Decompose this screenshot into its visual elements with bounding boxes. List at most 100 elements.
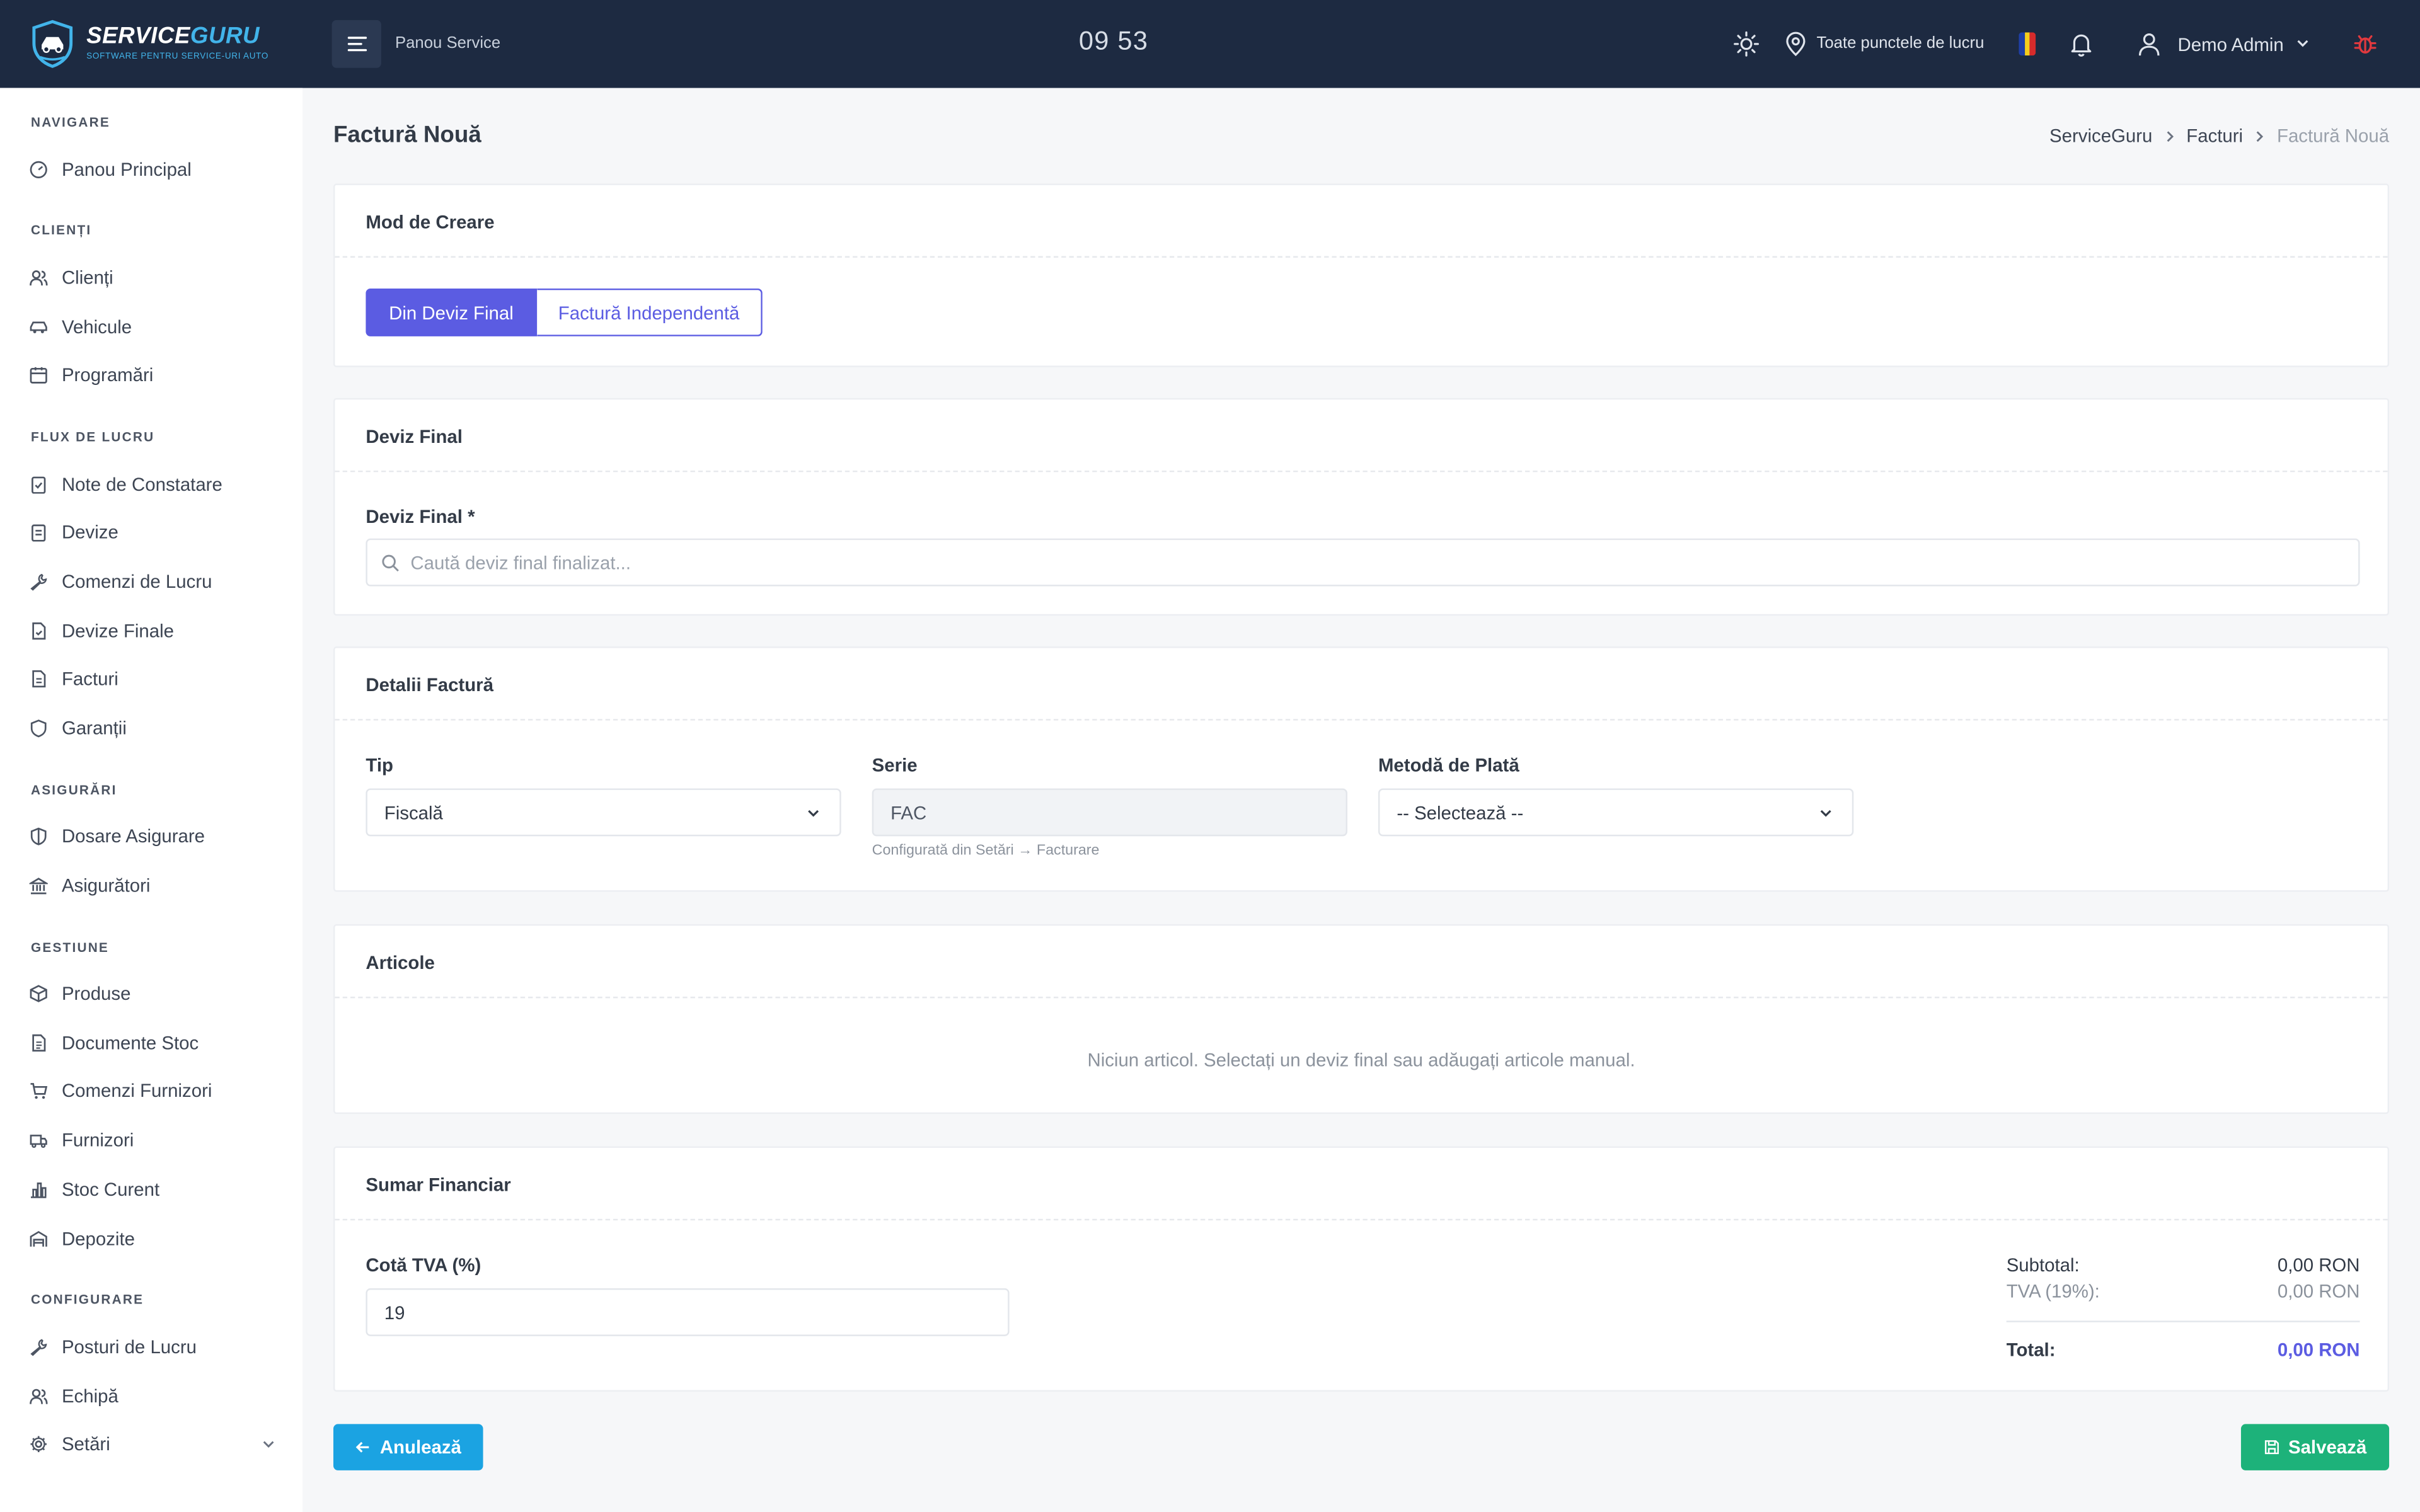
truck-icon (30, 1135, 47, 1148)
search-icon (382, 554, 399, 572)
from-final-estimate-button[interactable]: Din Deviz Final (366, 288, 537, 336)
vat-rate-input[interactable]: 19 (366, 1288, 1010, 1336)
chevron-down-icon (808, 810, 819, 817)
sidebar-item-label: Produse (61, 983, 131, 1005)
items-card: Articole Niciun articol. Selectați un de… (333, 924, 2390, 1114)
subtotal-value: 0,00 RON (2277, 1254, 2360, 1276)
sidebar-item-vehicles[interactable]: Vehicule (30, 316, 277, 338)
chevron-down-icon[interactable] (261, 1436, 276, 1452)
vat-row: TVA (19%): 0,00 RON (2007, 1281, 2360, 1302)
sidebar-item-label: Stoc Curent (61, 1179, 160, 1201)
bug-icon[interactable] (2352, 31, 2378, 57)
logo-shield-icon (32, 20, 73, 68)
sidebar-item-dashboard[interactable]: Panou Principal (30, 159, 277, 181)
sidebar-section-title: CONFIGURARE (30, 1291, 144, 1307)
cancel-button[interactable]: Anulează (333, 1424, 483, 1470)
sidebar-item-label: Clienți (61, 266, 113, 289)
sidebar-item-supplier-orders[interactable]: Comenzi Furnizori (30, 1080, 277, 1102)
breadcrumb-item-invoices[interactable]: Facturi (2186, 125, 2243, 146)
save-button-label: Salvează (2288, 1436, 2367, 1458)
arrow-left-icon (356, 1441, 369, 1453)
final-estimate-search-input[interactable]: Caută deviz final finalizat... (366, 538, 2360, 587)
sidebar-item-label: Facturi (61, 668, 118, 690)
sidebar-item-label: Depozite (61, 1228, 135, 1250)
creation-mode-card: Mod de Creare Din Deviz Final Factură In… (333, 183, 2390, 367)
type-select-value: Fiscală (384, 801, 443, 823)
chevron-right-icon (2257, 130, 2264, 141)
sidebar-item-insurance-files[interactable]: Dosare Asigurare (30, 825, 277, 847)
payment-method-select[interactable]: -- Selectează -- (1378, 788, 1854, 837)
sidebar-item-label: Panou Principal (61, 159, 192, 181)
save-button[interactable]: Salvează (2240, 1424, 2390, 1470)
chevron-down-icon[interactable] (2295, 35, 2310, 50)
bell-icon[interactable] (2068, 31, 2095, 57)
sidebar-item-label: Dosare Asigurare (61, 825, 205, 847)
user-icon[interactable] (2136, 31, 2162, 57)
panel-label: Panou Service (395, 33, 501, 53)
sidebar-item-label: Garanții (61, 717, 127, 740)
card-title: Mod de Creare (335, 185, 2388, 258)
sidebar-item-label: Comenzi Furnizori (61, 1080, 212, 1102)
series-label: Serie (872, 754, 918, 776)
sidebar-item-work-orders[interactable]: Comenzi de Lucru (30, 571, 277, 592)
type-label: Tip (366, 754, 393, 776)
card-title: Articole (335, 925, 2388, 999)
sidebar-section-title: NAVIGARE (30, 114, 110, 130)
breadcrumb: ServiceGuru Facturi Factură Nouă (2049, 125, 2389, 146)
wrench-icon (30, 1339, 47, 1356)
sidebar-item-team[interactable]: Echipă (30, 1385, 277, 1407)
clock: 09 53 (1078, 26, 1149, 56)
users-icon (30, 270, 48, 286)
sidebar-item-label: Asigurători (61, 874, 151, 896)
save-icon (2264, 1440, 2279, 1455)
app-logo[interactable]: SERVICEGURU SOFTWARE PENTRU SERVICE-URI … (30, 18, 269, 69)
user-name[interactable]: Demo Admin (2178, 34, 2284, 55)
sidebar-item-final-estimates[interactable]: Devize Finale (30, 620, 277, 642)
sidebar-item-clients[interactable]: Clienți (30, 267, 277, 289)
sidebar-item-label: Comenzi de Lucru (61, 571, 212, 593)
sidebar-item-products[interactable]: Produse (30, 983, 277, 1004)
shield-half-icon (30, 827, 47, 845)
sidebar-item-stock-documents[interactable]: Documente Stoc (30, 1032, 277, 1054)
sidebar-item-invoices[interactable]: Facturi (30, 668, 277, 690)
chevron-right-icon (2166, 130, 2174, 141)
location-selector[interactable]: Toate punctele de lucru (1816, 34, 1984, 52)
vat-rate-label: Cotă TVA (%) (366, 1254, 481, 1276)
sidebar-item-estimates[interactable]: Devize (30, 522, 277, 543)
standalone-invoice-button[interactable]: Factură Independentă (536, 288, 763, 336)
chevron-down-icon (1820, 810, 1831, 817)
menu-toggle-button[interactable] (331, 20, 381, 68)
sun-icon[interactable] (1733, 31, 1760, 57)
sidebar-item-appointments[interactable]: Programări (30, 364, 277, 386)
sidebar-item-label: Vehicule (61, 316, 132, 338)
car-icon (30, 321, 47, 333)
total-label: Total: (2006, 1339, 2056, 1361)
sidebar-item-warranties[interactable]: Garanții (30, 718, 277, 739)
sidebar-item-settings[interactable]: Setări (30, 1433, 277, 1455)
top-bar: SERVICEGURU SOFTWARE PENTRU SERVICE-URI … (0, 0, 2420, 88)
sidebar-section-title: FLUX DE LUCRU (30, 428, 155, 445)
sidebar-item-workstations[interactable]: Posturi de Lucru (30, 1336, 277, 1358)
sidebar-section-title: ASIGURĂRI (30, 782, 117, 798)
total-row: Total: 0,00 RON (2007, 1339, 2360, 1361)
page-title: Factură Nouă (333, 122, 481, 149)
sidebar-item-current-stock[interactable]: Stoc Curent (30, 1179, 277, 1200)
document-icon (32, 1034, 46, 1052)
sidebar-item-inspection-notes[interactable]: Note de Constatare (30, 474, 277, 495)
breadcrumb-item-home[interactable]: ServiceGuru (2049, 125, 2152, 146)
sidebar-item-insurers[interactable]: Asigurători (29, 874, 277, 896)
flag-ro-icon[interactable] (2019, 32, 2036, 56)
final-estimate-label: Deviz Final * (366, 506, 475, 528)
sidebar-item-suppliers[interactable]: Furnizori (30, 1130, 277, 1151)
sidebar-item-label: Setări (61, 1433, 110, 1455)
sidebar-item-warehouses[interactable]: Depozite (30, 1228, 277, 1250)
gear-icon (30, 1436, 47, 1452)
search-placeholder: Caută deviz final finalizat... (410, 551, 631, 573)
cancel-button-label: Anulează (379, 1436, 461, 1458)
menu-icon (347, 37, 366, 52)
calendar-icon (30, 367, 47, 384)
type-select[interactable]: Fiscală (366, 788, 841, 837)
bank-icon (29, 878, 48, 895)
file-check-icon (32, 622, 46, 640)
sidebar-item-label: Echipă (61, 1385, 118, 1407)
